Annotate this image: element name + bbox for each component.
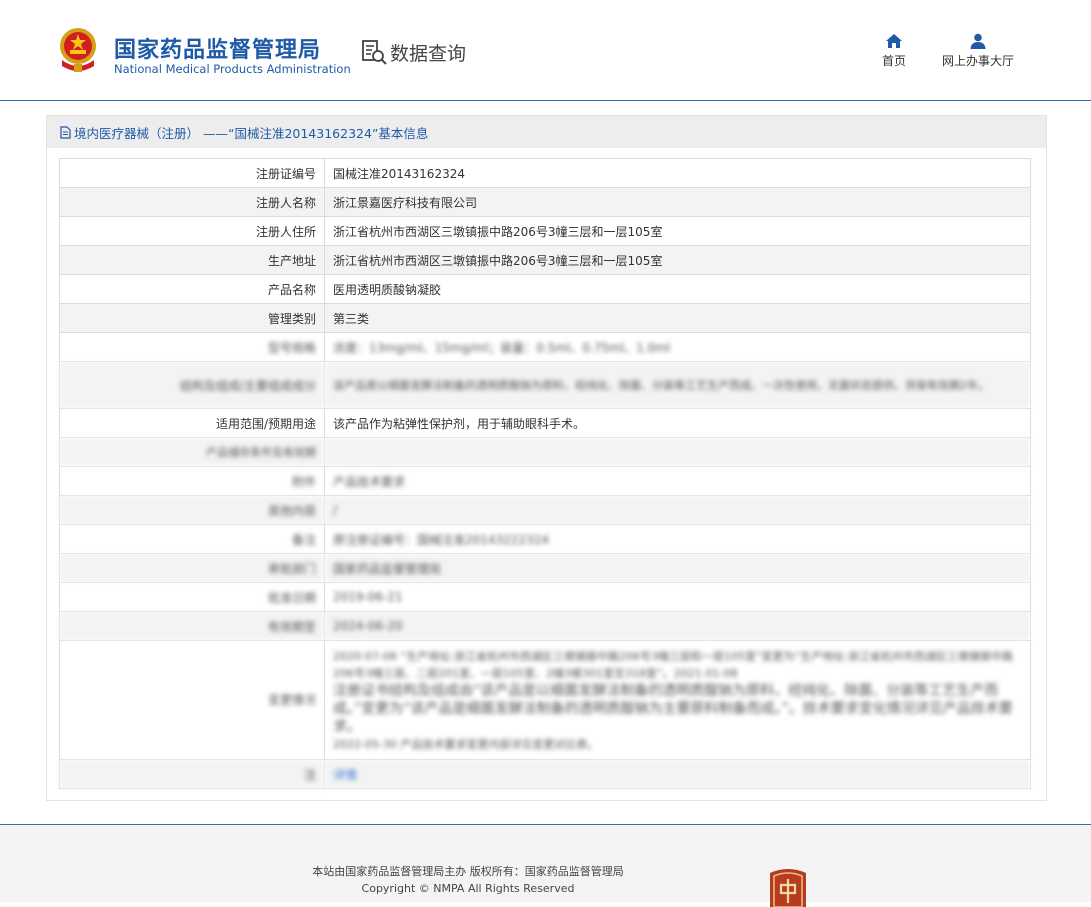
row-key: 审批部门 (59, 553, 325, 583)
change-line: 2022-05-30 产品技术要求变更内容详见变更对比表。 (333, 737, 599, 751)
nav-hall-label: 网上办事大厅 (941, 54, 1014, 68)
row-value: 国家药品监督管理局 (324, 553, 1031, 583)
row-value: 产品技术要求 (324, 466, 1031, 496)
row-key: 变更情况 (59, 640, 325, 760)
details-link[interactable]: 详情 (333, 768, 357, 782)
data-query-label: 数据查询 (390, 42, 467, 65)
table-row: 有效期至 2024-06-20 (59, 611, 1031, 641)
nav-home[interactable]: 首页 (879, 33, 909, 69)
row-key: 产品名称 (59, 274, 325, 304)
table-row: 管理类别 第三类 (59, 303, 1031, 333)
table-row: 批准日期 2019-06-21 (59, 582, 1031, 612)
row-key: 适用范围/预期用途 (59, 408, 325, 438)
national-emblem-icon (60, 28, 96, 72)
change-line: 2020-07-08 “生产地址:浙江省杭州市西湖区三墩镇振中路206号3幢三层… (333, 649, 1013, 680)
user-icon (970, 33, 986, 49)
row-value (324, 437, 1031, 467)
basic-info-panel: 境内医疗器械（注册） ——“国械注准20143162324”基本信息 注册证编号… (46, 115, 1047, 801)
row-key: 型号规格 (59, 332, 325, 362)
row-value: 2019-06-21 (324, 582, 1031, 612)
row-value: 浙江景嘉医疗科技有限公司 (324, 187, 1031, 217)
site-header: 国家药品监督管理局 National Medical Products Admi… (0, 0, 1091, 101)
table-row: 备注 原注册证编号：国械注准20143222324 (59, 524, 1031, 554)
table-row: 适用范围/预期用途 该产品作为粘弹性保护剂，用于辅助眼科手术。 (59, 408, 1031, 438)
row-key: 批准日期 (59, 582, 325, 612)
table-row: 型号规格 浓度：13mg/ml、15mg/ml；装量：0.5ml、0.75ml、1… (59, 332, 1031, 362)
table-row: 附件 产品技术要求 (59, 466, 1031, 496)
table-row: 产品名称 医用透明质酸钠凝胶 (59, 274, 1031, 304)
row-key: 注册证编号 (59, 158, 325, 188)
nav-home-label: 首页 (881, 54, 906, 68)
row-value: 详情 (324, 759, 1031, 789)
change-line: 注册证书结构及组成由“该产品是以细菌发酵法制备的透明质酸钠为原料，经纯化、除菌、… (333, 682, 1013, 735)
row-value: 医用透明质酸钠凝胶 (324, 274, 1031, 304)
brand-title-en: National Medical Products Administration (114, 62, 351, 76)
row-key: 附件 (59, 466, 325, 496)
document-search-icon (362, 40, 387, 65)
table-row: 结构及组成/主要组成成分 该产品是以细菌发酵法制备的透明质酸钠为原料，经纯化、除菌… (59, 361, 1031, 409)
row-key: 其他内容 (59, 495, 325, 525)
row-key: 结构及组成/主要组成成分 (59, 361, 325, 409)
brand-title-cn: 国家药品监督管理局 (114, 38, 322, 63)
row-value: 该产品是以细菌发酵法制备的透明质酸钠为原料，经纯化、除菌、分装等工艺生产而成。一… (324, 361, 1031, 409)
table-row: 其他内容 / (59, 495, 1031, 525)
row-value: 浓度：13mg/ml、15mg/ml；装量：0.5ml、0.75ml、1.0ml (324, 332, 1031, 362)
government-site-badge-icon[interactable] (766, 867, 810, 907)
panel-header: 境内医疗器械（注册） ——“国械注准20143162324”基本信息 (47, 116, 1046, 148)
table-row: 注册证编号 国械注准20143162324 (59, 158, 1031, 188)
row-value: 该产品作为粘弹性保护剂，用于辅助眼科手术。 (324, 408, 1031, 438)
row-value: 国械注准20143162324 (324, 158, 1031, 188)
row-value: 浙江省杭州市西湖区三墩镇振中路206号3幢三层和一层105室 (324, 216, 1031, 246)
row-key: 产品储存条件及有效期 (59, 437, 325, 467)
table-row: 注册人住所 浙江省杭州市西湖区三墩镇振中路206号3幢三层和一层105室 (59, 216, 1031, 246)
row-value: / (324, 495, 1031, 525)
table-row: 产品储存条件及有效期 (59, 437, 1031, 467)
data-query-heading: 数据查询 (360, 38, 466, 66)
row-value: 第三类 (324, 303, 1031, 333)
table-row: 生产地址 浙江省杭州市西湖区三墩镇振中路206号3幢三层和一层105室 (59, 245, 1031, 275)
change-history: 2020-07-08 “生产地址:浙江省杭州市西湖区三墩镇振中路206号3幢三层… (324, 640, 1031, 760)
document-icon (60, 125, 71, 139)
row-value: 浙江省杭州市西湖区三墩镇振中路206号3幢三层和一层105室 (324, 245, 1031, 275)
home-icon (886, 34, 902, 48)
table-row: 注详情 (59, 759, 1031, 789)
row-key: 注册人住所 (59, 216, 325, 246)
row-key: 生产地址 (59, 245, 325, 275)
row-key: 管理类别 (59, 303, 325, 333)
row-key: 备注 (59, 524, 325, 554)
row-value: 2024-06-20 (324, 611, 1031, 641)
table-row: 注册人名称 浙江景嘉医疗科技有限公司 (59, 187, 1031, 217)
info-table: 注册证编号 国械注准20143162324 注册人名称 浙江景嘉医疗科技有限公司 注… (59, 158, 1031, 789)
row-value: 原注册证编号：国械注准20143222324 (324, 524, 1031, 554)
row-key: 注 (59, 759, 325, 789)
row-key: 注册人名称 (59, 187, 325, 217)
nav-online-service-hall[interactable]: 网上办事大厅 (938, 33, 1018, 69)
table-row: 审批部门 国家药品监督管理局 (59, 553, 1031, 583)
table-row: 变更情况 2020-07-08 “生产地址:浙江省杭州市西湖区三墩镇振中路206… (59, 640, 1031, 760)
site-footer: 本站由国家药品监督管理局主办 版权所有：国家药品监督管理局 Copyright … (0, 824, 1091, 907)
panel-title: 境内医疗器械（注册） ——“国械注准20143162324”基本信息 (74, 125, 429, 141)
row-key: 有效期至 (59, 611, 325, 641)
